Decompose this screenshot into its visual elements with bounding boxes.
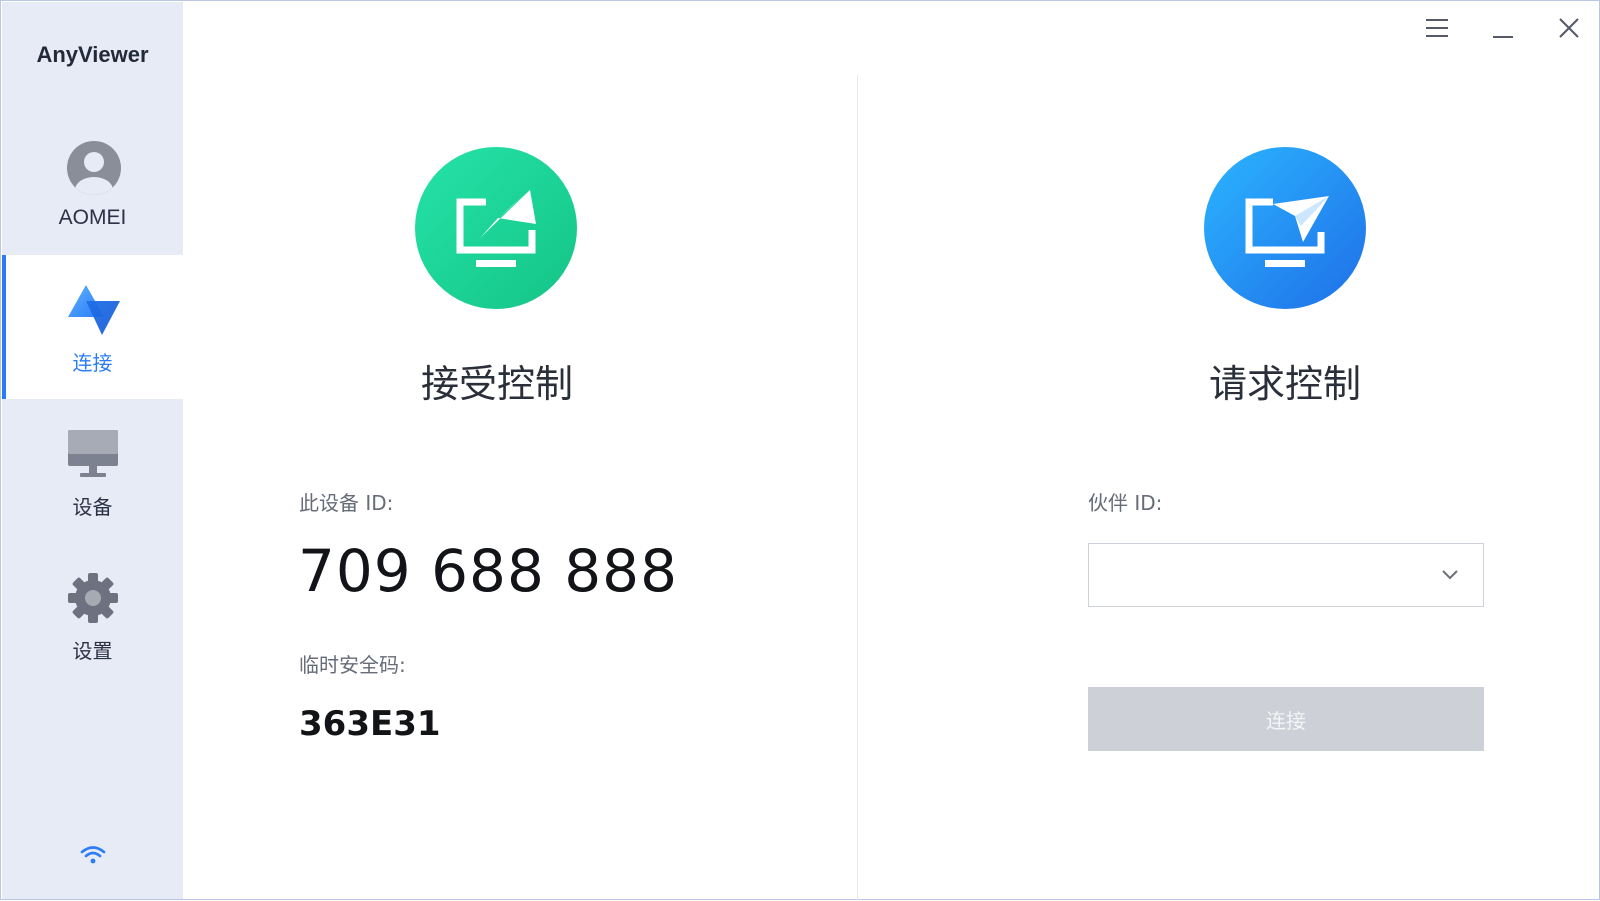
- monitor-icon: [68, 430, 118, 477]
- close-icon[interactable]: [1551, 13, 1587, 45]
- pane-divider: [857, 75, 858, 901]
- request-control-icon: [1204, 147, 1366, 309]
- device-id-label: 此设备 ID:: [299, 491, 394, 515]
- security-code-label: 临时安全码:: [299, 653, 406, 677]
- user-profile[interactable]: AOMEI: [2, 122, 183, 254]
- partner-id-select[interactable]: [1088, 543, 1484, 607]
- sidebar: AnyViewer AOMEI 连接 设备 设置: [2, 2, 183, 899]
- menu-icon[interactable]: [1419, 13, 1455, 45]
- gear-icon: [68, 573, 118, 623]
- app-window: AnyViewer AOMEI 连接 设备 设置 接受控制 此设备 ID: 70…: [0, 0, 1600, 901]
- sidebar-item-settings[interactable]: 设置: [2, 543, 183, 687]
- security-code-value: 363E31: [299, 704, 441, 744]
- avatar-icon: [67, 141, 121, 195]
- accept-control-title: 接受控制: [420, 362, 573, 406]
- accept-control-icon: [415, 147, 577, 309]
- sidebar-item-label: 设备: [72, 495, 113, 519]
- connect-button[interactable]: 连接: [1088, 687, 1484, 751]
- sidebar-item-label: 连接: [72, 351, 113, 375]
- user-name: AOMEI: [58, 206, 127, 229]
- app-title: AnyViewer: [36, 42, 149, 67]
- device-id-value: 709 688 888: [298, 537, 678, 605]
- sidebar-item-label: 设置: [72, 639, 113, 663]
- chevron-down-icon[interactable]: [1441, 568, 1459, 582]
- sidebar-item-connect[interactable]: 连接: [2, 255, 183, 399]
- connect-icon: [68, 285, 120, 335]
- minimize-icon[interactable]: [1485, 13, 1521, 45]
- sidebar-item-devices[interactable]: 设备: [2, 399, 183, 543]
- partner-id-label: 伙伴 ID:: [1088, 491, 1163, 515]
- wifi-icon: [80, 846, 106, 864]
- request-control-title: 请求控制: [1208, 362, 1361, 406]
